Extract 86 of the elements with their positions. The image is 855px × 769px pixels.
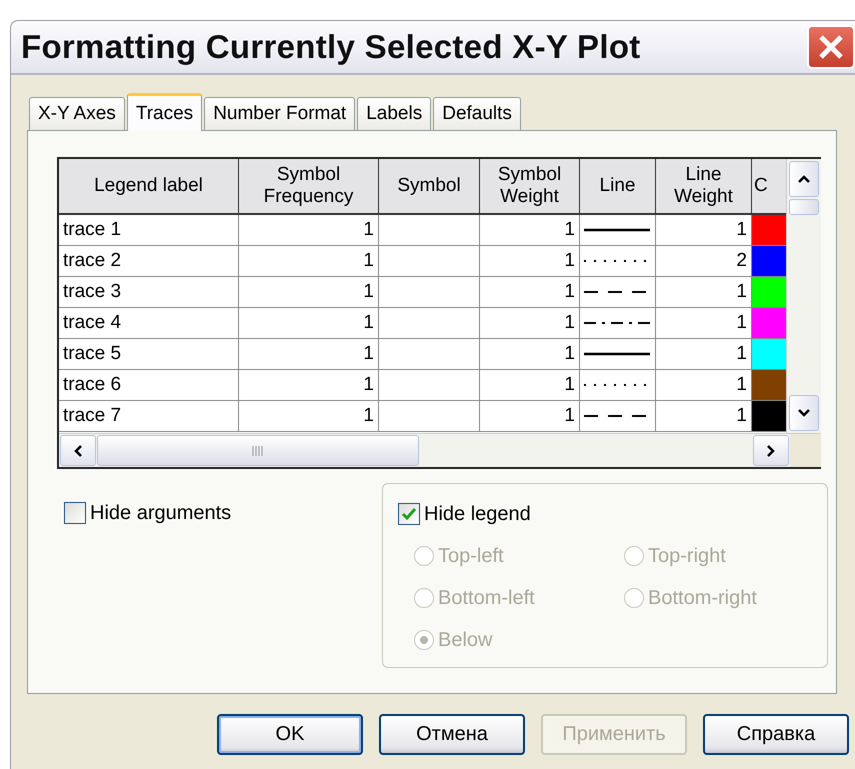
hide-arguments-checkbox[interactable]: Hide arguments [64, 500, 382, 526]
dialog-button[interactable]: OK [217, 714, 363, 755]
radio-label: Bottom-left [438, 586, 535, 610]
radio-button[interactable] [414, 546, 434, 566]
scrollbar-corner [790, 434, 821, 467]
checkbox-label: Hide legend [424, 502, 531, 526]
line-style-swatch[interactable] [584, 227, 650, 233]
checkbox-label: Hide arguments [90, 502, 232, 524]
line-style-swatch[interactable] [584, 320, 650, 326]
scroll-thumb[interactable] [789, 199, 819, 215]
table-cell[interactable]: trace 5 [59, 339, 239, 370]
table-cell[interactable]: 1 [480, 401, 580, 432]
tab[interactable]: X-Y Axes [29, 97, 125, 130]
scroll-up-button[interactable] [789, 161, 819, 197]
table-cell[interactable]: 1 [480, 215, 580, 246]
scroll-down-button[interactable] [789, 395, 819, 431]
chevron-up-icon [797, 174, 811, 184]
radio-label: Top-right [648, 544, 726, 568]
table-cell[interactable] [379, 401, 480, 432]
table-cell[interactable] [379, 246, 480, 277]
tab[interactable]: Labels [357, 97, 432, 130]
table-cell[interactable]: 1 [239, 246, 379, 277]
table-cell[interactable]: trace 3 [59, 277, 239, 308]
table-cell[interactable]: 1 [239, 370, 379, 401]
scroll-left-button[interactable] [60, 435, 96, 466]
tab[interactable]: Defaults [433, 97, 521, 130]
table-cell[interactable] [379, 277, 480, 308]
table-cell[interactable]: 1 [239, 339, 379, 370]
table-cell[interactable] [379, 215, 480, 246]
close-button[interactable] [807, 25, 855, 69]
table-cell[interactable]: 1 [480, 246, 580, 277]
color-swatch[interactable] [752, 308, 786, 338]
column-header[interactable]: Line [580, 159, 656, 215]
table-cell[interactable]: 1 [239, 308, 379, 339]
column-header[interactable]: Line Weight [656, 159, 752, 215]
vertical-scrollbar[interactable] [786, 159, 821, 433]
dialog-button[interactable]: Справка [703, 714, 849, 755]
column-header[interactable]: Legend label [59, 159, 239, 215]
table-cell[interactable]: trace 2 [59, 246, 239, 277]
table-cell[interactable]: 1 [480, 339, 580, 370]
horizontal-scrollbar[interactable] [59, 433, 821, 467]
radio-button[interactable] [414, 630, 434, 650]
table-cell[interactable]: 1 [239, 401, 379, 432]
radio-button[interactable] [624, 546, 644, 566]
table-cell[interactable] [379, 308, 480, 339]
color-swatch[interactable] [752, 370, 786, 400]
scroll-right-button[interactable] [753, 435, 789, 466]
checkbox[interactable] [64, 502, 86, 524]
table-cell[interactable]: trace 6 [59, 370, 239, 401]
table-cell[interactable]: 1 [239, 277, 379, 308]
color-swatch[interactable] [752, 339, 786, 369]
radio-button[interactable] [624, 588, 644, 608]
color-swatch[interactable] [752, 277, 786, 307]
window-title: Formatting Currently Selected X-Y Plot [21, 28, 642, 66]
checkbox[interactable] [398, 503, 420, 525]
radio-button[interactable] [414, 588, 434, 608]
tab[interactable]: Number Format [204, 97, 356, 130]
table-cell[interactable]: trace 4 [59, 308, 239, 339]
table-cell[interactable] [379, 339, 480, 370]
radio-label: Top-left [438, 544, 504, 568]
tab[interactable]: Traces [126, 93, 202, 131]
chevron-down-icon [797, 408, 811, 418]
chevron-right-icon [766, 444, 776, 458]
line-style-swatch[interactable] [584, 351, 650, 357]
table-cell[interactable]: trace 7 [59, 401, 239, 432]
grip-icon [252, 446, 264, 456]
column-header[interactable]: C [752, 159, 786, 215]
check-icon [400, 505, 418, 523]
column-header[interactable]: Symbol Frequency [239, 159, 379, 215]
chevron-left-icon [73, 444, 83, 458]
column-header[interactable]: Symbol [379, 159, 480, 215]
radio-label: Bottom-right [648, 586, 757, 610]
column-header[interactable]: Symbol Weight [480, 159, 580, 215]
table-cell[interactable]: 1 [239, 215, 379, 246]
table-cell[interactable] [379, 370, 480, 401]
table-cell[interactable]: 1 [480, 308, 580, 339]
table-cell[interactable]: trace 1 [59, 215, 239, 246]
radio-label: Below [438, 628, 492, 652]
scroll-thumb[interactable] [97, 435, 419, 466]
hide-legend-checkbox[interactable]: Hide legend [398, 501, 827, 527]
color-swatch[interactable] [752, 401, 786, 431]
table-cell[interactable]: 1 [480, 277, 580, 308]
color-swatch[interactable] [752, 246, 786, 276]
color-swatch[interactable] [752, 215, 786, 245]
dialog-button[interactable]: Отмена [379, 714, 525, 755]
table-cell[interactable]: 1 [480, 370, 580, 401]
